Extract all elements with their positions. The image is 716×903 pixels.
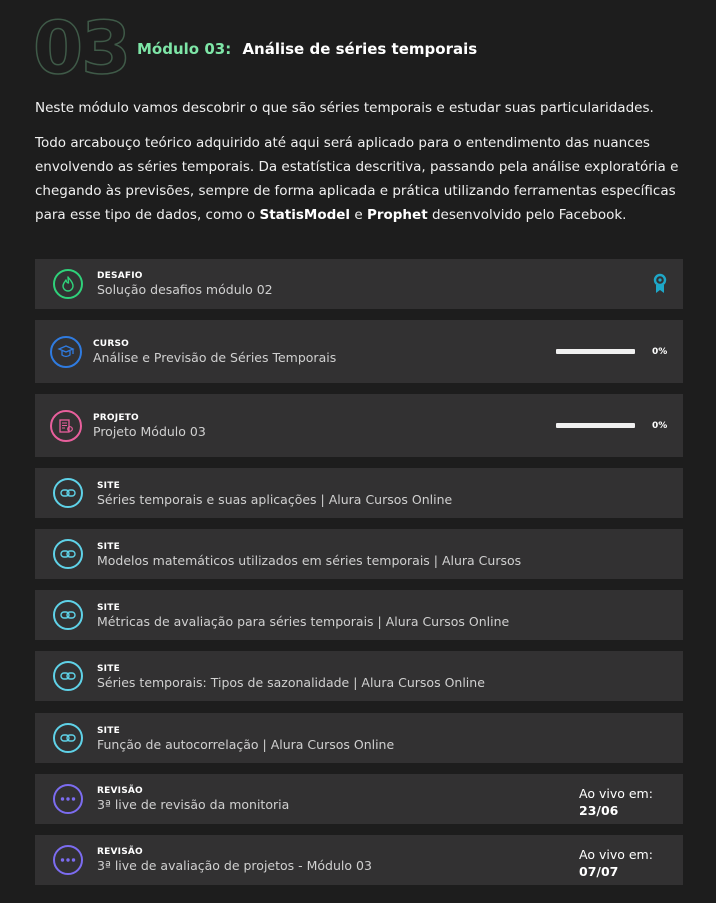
- link-icon: [53, 600, 83, 630]
- module-header: 03 Módulo 03: Análise de séries temporai…: [32, 7, 693, 89]
- list-item-desafio[interactable]: DESAFIO Solução desafios módulo 02: [35, 259, 683, 309]
- item-type: SITE: [97, 481, 120, 491]
- statismodel-text: StatisModel: [259, 207, 351, 223]
- item-title: 3ª live de revisão da monitoria: [97, 797, 290, 812]
- project-icon: [50, 410, 82, 442]
- flame-icon: [53, 269, 83, 299]
- item-type: DESAFIO: [97, 271, 143, 281]
- list-item-curso[interactable]: CURSO Análise e Previsão de Séries Tempo…: [35, 320, 683, 383]
- item-title: 3ª live de avaliação de projetos - Módul…: [97, 858, 372, 873]
- item-title: Função de autocorrelação | Alura Cursos …: [97, 737, 395, 752]
- item-type: SITE: [97, 603, 120, 613]
- item-title: Métricas de avaliação para séries tempor…: [97, 614, 510, 629]
- link-icon: [53, 723, 83, 753]
- list-item-site[interactable]: SITE Séries temporais e suas aplicações …: [35, 468, 683, 518]
- list-item-revisao[interactable]: REVISÃO 3ª live de revisão da monitoria …: [35, 774, 683, 824]
- item-type: REVISÃO: [97, 847, 143, 857]
- list-item-projeto[interactable]: PROJETO Projeto Módulo 03 0%: [35, 394, 683, 457]
- item-title: Análise e Previsão de Séries Temporais: [93, 350, 337, 365]
- intro-paragraph-1: Neste módulo vamos descobrir o que são s…: [35, 100, 654, 116]
- list-item-site[interactable]: SITE Função de autocorrelação | Alura Cu…: [35, 713, 683, 763]
- intro-paragraph-2: Todo arcabouço teórico adquirido até aqu…: [35, 135, 679, 223]
- award-icon: [653, 273, 667, 299]
- module-description: Neste módulo vamos descobrir o que são s…: [35, 96, 685, 238]
- item-type: CURSO: [93, 339, 129, 349]
- item-type: REVISÃO: [97, 786, 143, 796]
- item-type: PROJETO: [93, 413, 139, 423]
- live-label: Ao vivo em:: [579, 786, 653, 801]
- item-title: Modelos matemáticos utilizados em séries…: [97, 553, 521, 568]
- module-label: Módulo 03:: [137, 40, 232, 58]
- item-type: SITE: [97, 664, 120, 674]
- item-title: Séries temporais e suas aplicações | Alu…: [97, 492, 453, 507]
- module-name: Análise de séries temporais: [242, 40, 478, 58]
- link-icon: [53, 539, 83, 569]
- link-icon: [53, 478, 83, 508]
- item-type: SITE: [97, 726, 120, 736]
- list-item-site[interactable]: SITE Métricas de avaliação para séries t…: [35, 590, 683, 640]
- list-item-site[interactable]: SITE Séries temporais: Tipos de sazonali…: [35, 651, 683, 701]
- progress-percent: 0%: [652, 347, 668, 357]
- module-number: 03: [32, 6, 132, 90]
- progress-bar: [556, 423, 635, 428]
- item-title: Projeto Módulo 03: [93, 424, 206, 439]
- dots-icon: [53, 784, 83, 814]
- dots-icon: [53, 845, 83, 875]
- course-icon: [50, 336, 82, 368]
- item-type: SITE: [97, 542, 120, 552]
- module-title: Módulo 03: Análise de séries temporais: [137, 40, 477, 58]
- live-date: 23/06: [579, 803, 619, 818]
- link-icon: [53, 661, 83, 691]
- list-item-site[interactable]: SITE Modelos matemáticos utilizados em s…: [35, 529, 683, 579]
- item-title: Solução desafios módulo 02: [97, 282, 273, 297]
- live-label: Ao vivo em:: [579, 847, 653, 862]
- item-title: Séries temporais: Tipos de sazonalidade …: [97, 675, 485, 690]
- live-date: 07/07: [579, 864, 619, 879]
- progress-percent: 0%: [652, 421, 668, 431]
- progress-bar: [556, 349, 635, 354]
- list-item-revisao[interactable]: REVISÃO 3ª live de avaliação de projetos…: [35, 835, 683, 885]
- prophet-text: Prophet: [366, 207, 428, 223]
